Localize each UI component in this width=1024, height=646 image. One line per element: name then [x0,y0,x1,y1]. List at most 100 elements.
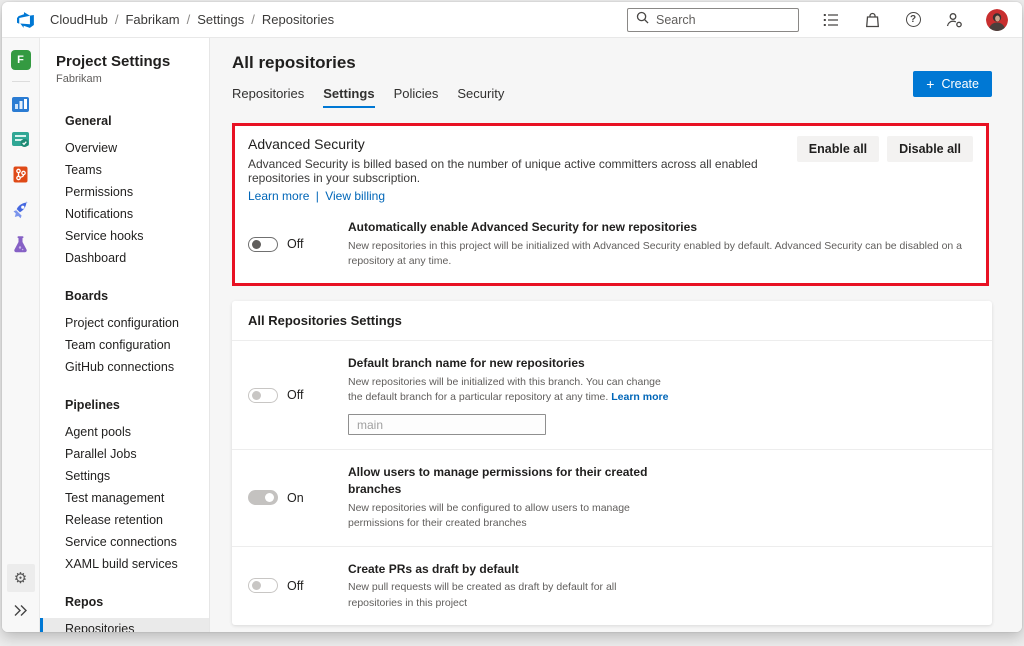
sidebar-item-test-management[interactable]: Test management [40,487,209,509]
toggle-knob [252,240,261,249]
boards-icon[interactable] [7,125,35,153]
rail-bottom: ⚙ [7,564,35,624]
sidebar-item-service-hooks[interactable]: Service hooks [40,225,209,247]
toggle-knob [252,391,261,400]
links-separator: | [316,189,319,203]
learn-more-link[interactable]: Learn more [248,189,309,203]
search-box[interactable] [627,8,799,32]
marketplace-bag-icon[interactable] [863,11,881,29]
breadcrumb-settings[interactable]: Settings [197,12,244,27]
sidebar-item-team-configuration[interactable]: Team configuration [40,334,209,356]
repos-branch-icon[interactable] [7,160,35,188]
sidebar-item-release-retention[interactable]: Release retention [40,509,209,531]
advanced-security-title: Advanced Security [248,136,797,152]
app-window: CloudHub / Fabrikam / Settings / Reposit… [2,2,1022,632]
nav-subtitle: Fabrikam [40,70,209,85]
expand-sidebar-icon[interactable] [7,596,35,624]
sidebar-item-permissions[interactable]: Permissions [40,181,209,203]
default-branch-toggle[interactable] [248,388,278,403]
sidebar-item-xaml-build-services[interactable]: XAML build services [40,553,209,575]
all-repositories-settings-title: All Repositories Settings [232,313,992,340]
learn-more-link[interactable]: Learn more [611,391,668,403]
rail-divider [12,81,30,82]
toggle-label: Automatically enable Advanced Security f… [348,219,973,236]
plus-icon: + [926,79,934,89]
tab-policies[interactable]: Policies [394,86,439,108]
toggle-description: New repositories will be initialized wit… [348,375,670,405]
sidebar-item-agent-pools[interactable]: Agent pools [40,421,209,443]
work-items-list-icon[interactable] [822,11,840,29]
nav-title: Project Settings [40,53,209,70]
sidebar-item-github-connections[interactable]: GitHub connections [40,356,209,378]
auto-enable-advanced-security-toggle[interactable] [248,237,278,252]
create-button[interactable]: + Create [913,71,992,97]
breadcrumb-repositories[interactable]: Repositories [262,12,334,27]
sidebar-item-dashboard[interactable]: Dashboard [40,247,209,269]
help-question-glyph: ? [906,12,921,27]
user-avatar[interactable] [986,9,1008,31]
test-plans-flask-icon[interactable] [7,230,35,258]
draft-prs-toggle[interactable] [248,578,278,593]
app-body: F [2,38,1022,632]
advanced-security-links: Learn more | View billing [248,189,797,203]
toggle-column: On [248,464,348,531]
sidebar-item-settings[interactable]: Settings [40,465,209,487]
sidebar-item-project-configuration[interactable]: Project configuration [40,312,209,334]
sidebar-item-parallel-jobs[interactable]: Parallel Jobs [40,443,209,465]
breadcrumb-separator: / [115,12,119,27]
manage-permissions-row: On Allow users to manage permissions for… [232,449,992,545]
project-avatar[interactable]: F [7,46,35,74]
toggle-knob [265,493,274,502]
toggle-description: New repositories in this project will be… [348,239,973,269]
toggle-state-label: On [287,491,304,505]
all-repositories-settings-card: All Repositories Settings Off Default br… [232,301,992,625]
sidebar-item-notifications[interactable]: Notifications [40,203,209,225]
view-billing-link[interactable]: View billing [325,189,385,203]
breadcrumb-separator: / [251,12,255,27]
toggle-state-label: Off [287,579,303,593]
disable-all-button[interactable]: Disable all [887,136,973,162]
project-settings-gear-icon[interactable]: ⚙ [7,564,35,592]
enable-all-button[interactable]: Enable all [797,136,879,162]
toggle-column: Off [248,219,348,269]
nav-section-pipelines: Pipelines [40,395,209,415]
toggle-description: New pull requests will be created as dra… [348,580,670,610]
sidebar-item-teams[interactable]: Teams [40,159,209,181]
manage-permissions-toggle[interactable] [248,490,278,505]
search-input[interactable] [656,13,790,27]
advanced-security-buttons: Enable all Disable all [797,136,973,162]
sidebar-item-repositories[interactable]: Repositories [40,618,209,632]
project-initial: F [11,50,31,70]
advanced-security-text: Advanced Security Advanced Security is b… [248,136,797,203]
search-icon [636,11,649,29]
tab-security[interactable]: Security [457,86,504,108]
overview-chart-icon[interactable] [7,90,35,118]
toggle-label: Allow users to manage permissions for th… [348,464,670,498]
toggle-text: Default branch name for new repositories… [348,355,670,435]
toggle-knob [252,581,261,590]
pipelines-rocket-icon[interactable] [7,195,35,223]
nav-section-boards: Boards [40,286,209,306]
create-button-label: Create [941,77,979,91]
toggle-text: Automatically enable Advanced Security f… [348,219,973,269]
help-icon[interactable]: ? [904,11,922,29]
tab-settings[interactable]: Settings [323,86,374,108]
nav-section-general: General [40,111,209,131]
topbar-actions: ? [627,8,1008,32]
breadcrumb-project[interactable]: Fabrikam [125,12,179,27]
main-header: All repositories [232,53,992,73]
user-settings-icon[interactable] [945,11,963,29]
sidebar-item-service-connections[interactable]: Service connections [40,531,209,553]
default-branch-input[interactable] [348,414,546,435]
toggle-column: Off [248,561,348,611]
toggle-column: Off [248,355,348,435]
breadcrumb: CloudHub / Fabrikam / Settings / Reposit… [50,12,334,27]
tab-repositories[interactable]: Repositories [232,86,304,108]
sidebar-item-overview[interactable]: Overview [40,137,209,159]
toggle-label: Default branch name for new repositories [348,355,670,372]
toggle-text: Allow users to manage permissions for th… [348,464,670,531]
azure-devops-logo-icon[interactable] [16,10,36,30]
toggle-state-label: Off [287,388,303,402]
breadcrumb-collection[interactable]: CloudHub [50,12,108,27]
toggle-description: New repositories will be configured to a… [348,501,670,531]
